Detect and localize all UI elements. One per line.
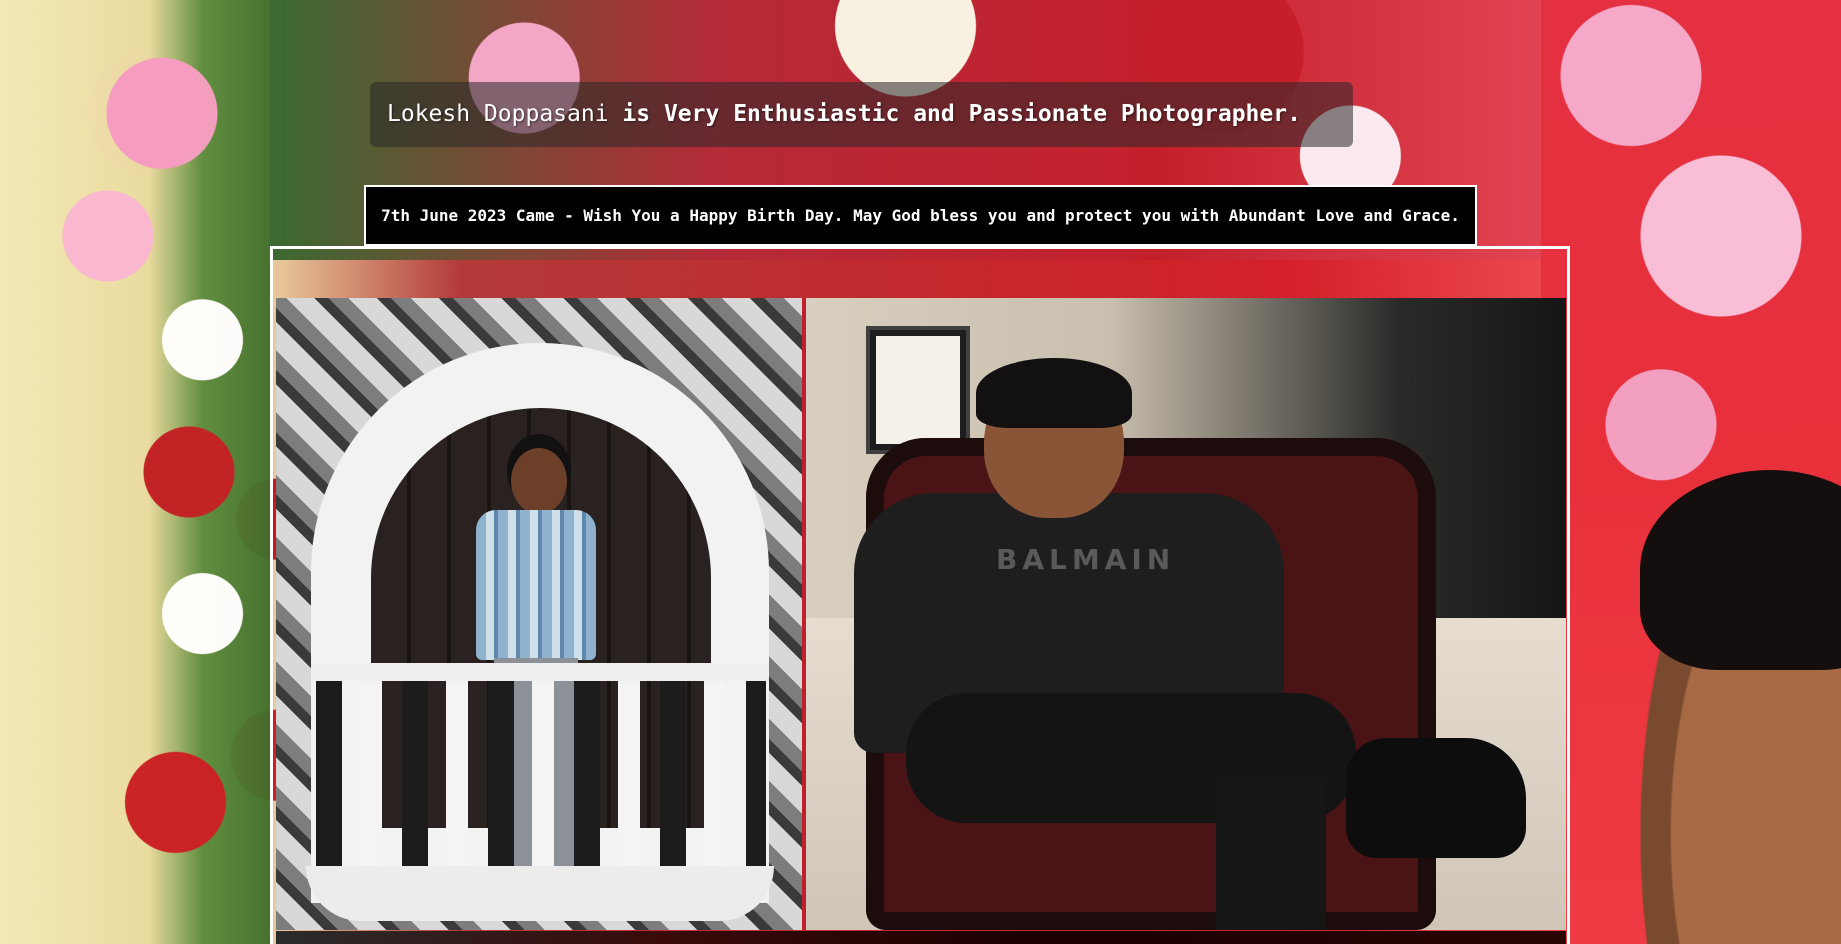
gallery-bottom-bar	[276, 931, 1566, 944]
photo-balcony[interactable]	[276, 298, 802, 930]
headline-name: Lokesh Doppasani	[387, 101, 609, 127]
birthday-banner: 7th June 2023 Came - Wish You a Happy Bi…	[364, 185, 1477, 246]
balcony-balusters	[316, 681, 766, 871]
person-seated-hair	[976, 358, 1132, 428]
photo-chair[interactable]: BALMAIN	[806, 298, 1566, 930]
info-screen	[866, 326, 970, 454]
balcony-rail	[311, 663, 769, 681]
shirt-logo: BALMAIN	[996, 543, 1176, 576]
headline: Lokesh Doppasani is Very Enthusiastic an…	[370, 82, 1353, 147]
sneaker	[1346, 738, 1526, 858]
balcony-base	[306, 866, 774, 921]
headline-tagline: is Very Enthusiastic and Passionate Phot…	[622, 101, 1301, 127]
background-flowers-left	[0, 0, 270, 944]
